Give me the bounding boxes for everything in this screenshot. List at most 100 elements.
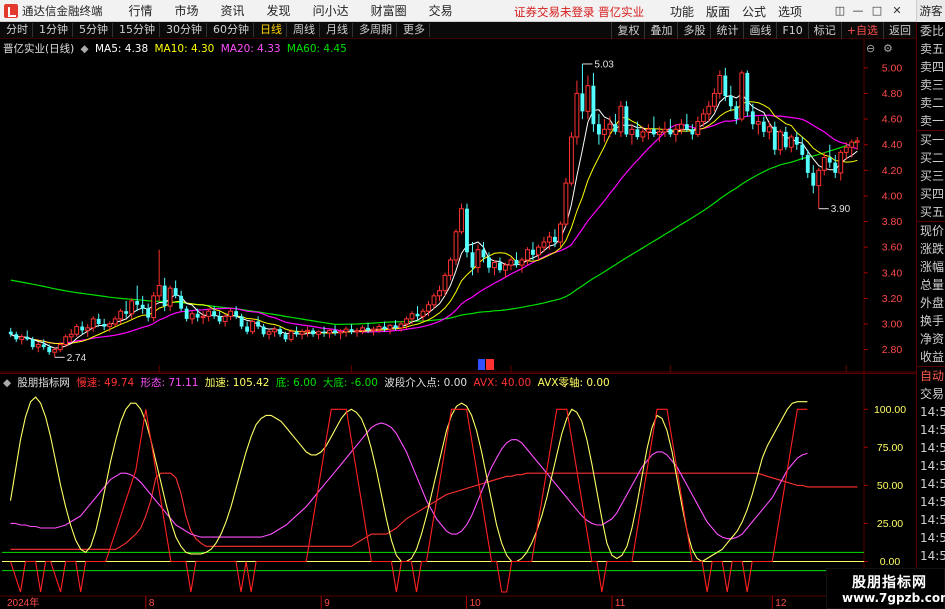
y-tick-label: 3.60 <box>882 242 903 254</box>
tool-adjust[interactable]: 复权 <box>611 22 644 39</box>
candle-down <box>684 124 689 130</box>
side-panel-item[interactable]: 14:56 <box>917 475 945 493</box>
menu-ask[interactable]: 问小达 <box>301 2 359 19</box>
candle-down <box>25 336 30 340</box>
add-watchlist-button[interactable]: +自选 <box>840 22 883 39</box>
candle-down <box>800 144 805 155</box>
indicator-toggle-icon[interactable]: ◆ <box>3 377 11 389</box>
guest-button[interactable]: 游客 <box>916 0 945 22</box>
tool-multi-stock[interactable]: 多股 <box>677 22 710 39</box>
candle-down <box>179 295 184 309</box>
side-panel-item[interactable]: 14:56 <box>917 403 945 421</box>
menu-discover[interactable]: 发现 <box>255 2 301 19</box>
x-tick-label: 10 <box>470 598 482 609</box>
tool-draw[interactable]: 画线 <box>743 22 776 39</box>
tool-stats[interactable]: 统计 <box>710 22 743 39</box>
candle-up <box>85 327 91 331</box>
tab-15min[interactable]: 15分钟 <box>113 23 160 37</box>
tab-monthly[interactable]: 月线 <box>320 23 353 37</box>
ma5-value: MA5: 4.38 <box>94 43 149 55</box>
candle-up <box>52 349 58 353</box>
maximize-icon[interactable]: □ <box>869 3 885 18</box>
close-icon[interactable]: ✕ <box>889 3 905 18</box>
tab-multi-period[interactable]: 多周期 <box>353 23 397 37</box>
indicator-chart[interactable]: 0.0025.0050.0075.00100.002024年891011121 <box>0 373 916 609</box>
candle-up <box>849 141 855 148</box>
tab-more[interactable]: 更多 <box>397 23 430 37</box>
candle-up <box>568 136 574 184</box>
menu-market[interactable]: 市场 <box>163 2 209 19</box>
side-panel-item[interactable]: 14:56 <box>917 529 945 547</box>
y-tick-label: 3.40 <box>882 267 903 279</box>
menu-layout[interactable]: 版面 <box>700 3 736 20</box>
side-panel-item[interactable]: 交易 <box>917 385 945 403</box>
candle-down <box>261 326 266 335</box>
side-panel-item: 涨幅 <box>920 260 945 274</box>
candle-up <box>656 131 662 135</box>
bottom-value: 底: 6.00 <box>275 377 317 389</box>
candle-down <box>833 162 838 173</box>
candle-up <box>222 315 228 322</box>
candlestick-chart[interactable]: 2.80 3.00 3.20 3.40 3.60 3.80 4.00 4.20 4.40 4.60… <box>0 39 916 373</box>
candle-up <box>360 327 365 331</box>
candle-down <box>349 329 354 332</box>
side-panel-item[interactable]: 14:56 <box>917 439 945 457</box>
avx-value: AVX: 40.00 <box>473 377 532 389</box>
skin-icon[interactable]: ◫ <box>832 3 848 18</box>
minimize-icon[interactable]: — <box>850 3 866 18</box>
candle-down <box>553 236 557 243</box>
candle-down <box>514 259 519 266</box>
x-tick-label: 9 <box>324 598 330 609</box>
candle-down <box>245 326 250 332</box>
candle-down <box>723 75 728 96</box>
candle-down <box>140 304 145 309</box>
legend-toggle-icon[interactable]: ◆ <box>81 43 89 55</box>
candle-up <box>343 328 349 333</box>
candle-up <box>717 74 723 94</box>
candle-down <box>498 262 502 271</box>
indicator-name[interactable]: 股朋指标网 <box>17 377 70 389</box>
tab-daily[interactable]: 日线 <box>254 23 287 37</box>
side-panel-item[interactable]: 14:56 <box>917 493 945 511</box>
candle-down <box>487 257 491 268</box>
back-button[interactable]: 返回 <box>883 22 916 39</box>
tab-30min[interactable]: 30分钟 <box>160 23 207 37</box>
tab-60min[interactable]: 60分钟 <box>207 23 254 37</box>
side-panel-item[interactable]: 14:56 <box>917 457 945 475</box>
menu-options[interactable]: 选项 <box>772 3 808 20</box>
candle-down <box>761 121 766 132</box>
menu-function[interactable]: 功能 <box>664 3 700 20</box>
menu-news[interactable]: 资讯 <box>209 2 255 19</box>
app-logo-icon <box>4 3 18 18</box>
tool-f10[interactable]: F10 <box>776 22 807 39</box>
zoom-out-icon[interactable]: ⊖ <box>866 42 875 55</box>
login-notice[interactable]: 证券交易未登录 晋亿实业 <box>514 4 644 20</box>
candle-down <box>624 106 629 135</box>
tab-intraday[interactable]: 分时 <box>0 23 33 37</box>
candle-up <box>547 236 552 243</box>
settings-icon[interactable]: ⚙ <box>883 42 893 55</box>
side-panel-item[interactable]: 14:56 <box>917 511 945 529</box>
candle-down <box>613 124 618 132</box>
side-panel-item[interactable]: 14:56 <box>917 547 945 565</box>
candle-up <box>607 123 613 130</box>
side-panel-item: 卖二 <box>920 96 945 110</box>
candle-up <box>112 318 118 325</box>
stock-name[interactable]: 晋亿实业(日线) <box>3 43 74 55</box>
menu-trade[interactable]: 交易 <box>417 2 463 19</box>
menu-quotes[interactable]: 行情 <box>117 2 163 19</box>
tool-mark[interactable]: 标记 <box>807 22 841 39</box>
candle-down <box>481 249 486 258</box>
candle-up <box>563 182 569 225</box>
menu-formula[interactable]: 公式 <box>736 3 772 20</box>
side-panel-item[interactable]: 14:56 <box>917 421 945 439</box>
tool-overlay[interactable]: 叠加 <box>644 22 677 39</box>
tab-5min[interactable]: 5分钟 <box>73 23 113 37</box>
side-panel-item[interactable]: 自动 <box>917 367 945 385</box>
menu-wealth[interactable]: 财富圈 <box>359 2 417 19</box>
candle-up <box>618 105 624 133</box>
y-tick-label: 5.00 <box>882 62 903 74</box>
tab-weekly[interactable]: 周线 <box>287 23 320 37</box>
y-tick-label: 3.00 <box>882 319 903 331</box>
tab-1min[interactable]: 1分钟 <box>33 23 73 37</box>
